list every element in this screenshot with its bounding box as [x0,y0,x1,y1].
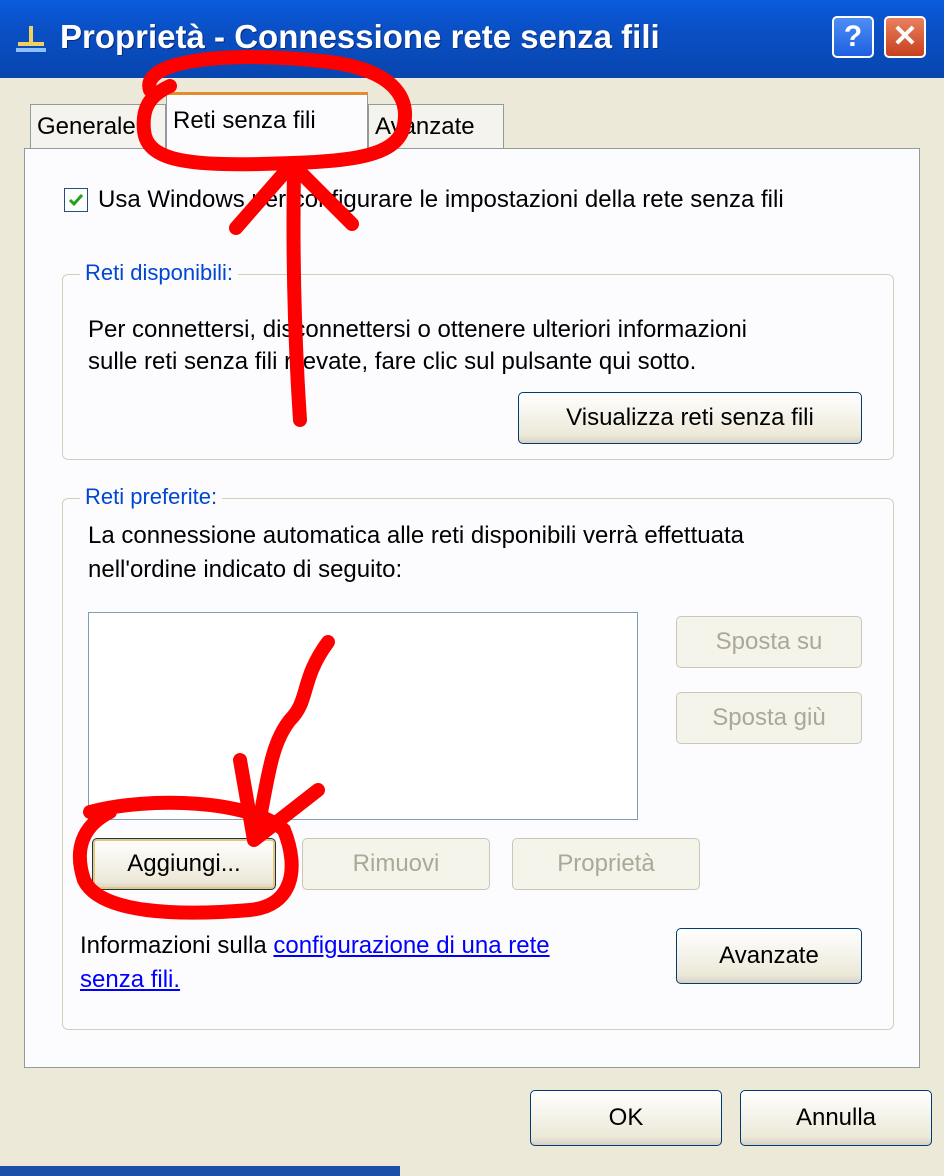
available-desc-line1: Per connettersi, disconnettersi o ottene… [88,316,747,343]
tab-advanced[interactable]: Avanzate [368,104,504,148]
ok-button[interactable]: OK [530,1090,722,1146]
tab-wireless-networks[interactable]: Reti senza fili [166,92,368,150]
preferred-desc-line1: La connessione automatica alle reti disp… [88,522,744,549]
info-link-line2[interactable]: senza fili. [80,966,180,994]
tab-general[interactable]: Generale [30,104,166,148]
info-prefix-text: Informazioni sulla configurazione di una… [80,932,550,960]
checkmark-icon [68,194,84,207]
add-network-button[interactable]: Aggiungi... [92,838,276,890]
preferred-desc-line2: nell'ordine indicato di seguito: [88,556,403,583]
cancel-button[interactable]: Annulla [740,1090,932,1146]
move-up-button[interactable]: Sposta su [676,616,862,668]
use-windows-checkbox[interactable] [64,188,88,212]
remove-network-button[interactable]: Rimuovi [302,838,490,890]
taskbar-edge [0,1166,400,1176]
window-title: Proprietà - Connessione rete senza fili [60,18,660,55]
advanced-button[interactable]: Avanzate [676,928,862,984]
move-down-button[interactable]: Sposta giù [676,692,862,744]
available-networks-title: Reti disponibili: [80,260,238,286]
view-wireless-networks-button[interactable]: Visualizza reti senza fili [518,392,862,444]
close-button[interactable]: ✕ [884,16,926,58]
info-prefix: Informazioni sulla [80,932,274,959]
use-windows-label: Usa Windows per configurare le impostazi… [98,186,784,213]
title-bar: Proprietà - Connessione rete senza fili … [0,0,944,78]
help-button[interactable]: ? [832,16,874,58]
network-connection-icon [16,26,46,52]
preferred-networks-title: Reti preferite: [80,484,223,510]
available-desc-line2: sulle reti senza fili rilevate, fare cli… [88,348,697,375]
network-properties-button[interactable]: Proprietà [512,838,700,890]
preferred-networks-list[interactable] [88,612,638,820]
info-link-line1[interactable]: configurazione di una rete [273,932,549,959]
